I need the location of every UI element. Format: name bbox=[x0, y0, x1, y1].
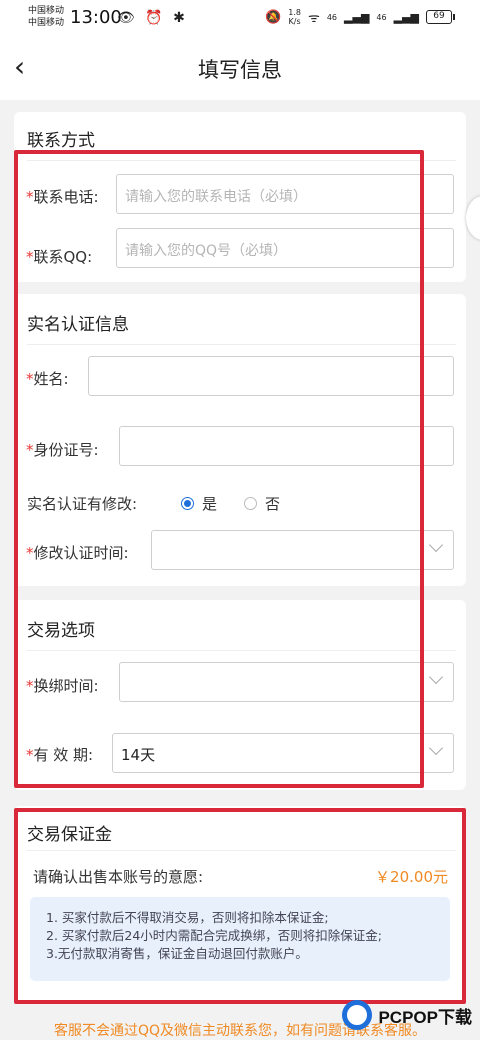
carrier-names: 中国移动 中国移动 bbox=[28, 5, 64, 29]
realname-card: 实名认证信息 *姓名: *身份证号: 实名认证有修改: 是 否 *修改认证时间: bbox=[14, 294, 466, 586]
signal-2-icon: ▂▄▆ bbox=[393, 10, 419, 24]
deposit-notice: 1. 买家付款后不得取消交易，否则将扣除本保证金; 2. 买家付款后24小时内需… bbox=[30, 897, 450, 981]
id-input[interactable] bbox=[119, 426, 454, 466]
radio-no[interactable]: 否 bbox=[244, 493, 280, 514]
radio-no-circle bbox=[244, 497, 257, 510]
status-icons: 👁 ⏰ ✱ bbox=[117, 10, 188, 26]
phone-label: *联系电话: bbox=[26, 188, 99, 206]
mute-icon: 🔕 bbox=[265, 9, 282, 25]
modify-time-label-text: 修改认证时间: bbox=[33, 544, 129, 562]
radio-yes-circle bbox=[181, 497, 194, 510]
name-input[interactable] bbox=[88, 356, 454, 396]
notice-line: 2. 买家付款后24小时内需配合完成换绑，否则将扣除保证金; bbox=[46, 928, 383, 943]
name-label-text: 姓名: bbox=[33, 370, 69, 388]
rebind-label: *换绑时间: bbox=[26, 677, 99, 695]
notice-line: 3.无付款取消寄售，保证金自动退回付款账户。 bbox=[46, 946, 308, 961]
wifi-icon: ᯤ bbox=[307, 11, 320, 26]
notice-line: 1. 买家付款后不得取消交易，否则将扣除本保证金; bbox=[46, 910, 329, 925]
validity-value: 14天 bbox=[121, 746, 156, 764]
battery-icon: 69 bbox=[426, 10, 455, 24]
contact-card: 联系方式 *联系电话: 请输入您的联系电话（必填） *联系QQ: 请输入您的QQ… bbox=[14, 112, 466, 282]
signal-1-icon: ▂▄▆ bbox=[344, 10, 370, 24]
rebind-label-text: 换绑时间: bbox=[33, 677, 99, 695]
network-speed-unit: K/s bbox=[288, 17, 301, 26]
page-title: 填写信息 bbox=[198, 58, 282, 82]
validity-label-text: 有 效 期: bbox=[33, 746, 94, 764]
chevron-down-icon bbox=[428, 740, 444, 756]
realname-title: 实名认证信息 bbox=[27, 315, 129, 335]
nav-bar: ‹ 填写信息 bbox=[0, 38, 480, 100]
signal-1-label: 46 bbox=[326, 12, 338, 22]
carrier-2: 中国移动 bbox=[28, 18, 65, 28]
signal-2-label: 46 bbox=[376, 12, 387, 22]
radio-yes[interactable]: 是 bbox=[181, 493, 217, 514]
validity-label: *有 效 期: bbox=[26, 746, 94, 764]
divider bbox=[27, 160, 456, 161]
network-speed-value: 1.8 bbox=[288, 8, 301, 17]
network-speed: 1.8 K/s bbox=[288, 8, 301, 26]
status-right: 🔕 1.8 K/s ᯤ 46 ▂▄▆ 46 ▂▄▆ 69 bbox=[265, 8, 455, 26]
divider bbox=[27, 850, 456, 851]
qq-label: *联系QQ: bbox=[26, 248, 93, 266]
rebind-time-select[interactable] bbox=[119, 662, 454, 702]
deposit-question: 请确认出售本账号的意愿: bbox=[33, 868, 204, 886]
status-bar: 中国移动 中国移动 13:00 👁 ⏰ ✱ 🔕 1.8 K/s ᯤ 46 ▂▄▆… bbox=[0, 0, 480, 38]
qq-input[interactable]: 请输入您的QQ号（必填） bbox=[116, 228, 454, 268]
id-label: *身份证号: bbox=[26, 441, 99, 459]
chevron-down-icon bbox=[428, 669, 444, 685]
radio-no-label: 否 bbox=[265, 495, 281, 513]
modified-label: 实名认证有修改: bbox=[27, 495, 138, 513]
carrier-1: 中国移动 bbox=[28, 6, 65, 16]
deposit-amount: ￥20.00元 bbox=[375, 868, 448, 886]
phone-input[interactable]: 请输入您的联系电话（必填） bbox=[116, 174, 454, 214]
modify-time-label: *修改认证时间: bbox=[26, 544, 129, 562]
validity-select[interactable]: 14天 bbox=[112, 733, 454, 773]
watermark-logo-icon bbox=[342, 1000, 373, 1030]
divider bbox=[27, 650, 456, 651]
floating-handle[interactable] bbox=[466, 196, 480, 240]
qq-label-text: 联系QQ: bbox=[33, 248, 93, 266]
trade-title: 交易选项 bbox=[27, 621, 95, 641]
watermark: PCPOP下载 bbox=[342, 1000, 472, 1030]
modify-time-select[interactable] bbox=[151, 530, 454, 570]
phone-label-text: 联系电话: bbox=[33, 188, 99, 206]
trade-card: 交易选项 *换绑时间: *有 效 期: 14天 bbox=[14, 600, 466, 790]
watermark-text: PCPOP下载 bbox=[378, 1007, 472, 1027]
chevron-down-icon bbox=[428, 537, 444, 553]
contact-title: 联系方式 bbox=[27, 131, 95, 151]
name-label: *姓名: bbox=[26, 370, 69, 388]
qq-placeholder: 请输入您的QQ号（必填） bbox=[125, 243, 288, 259]
divider bbox=[27, 344, 456, 345]
deposit-title: 交易保证金 bbox=[27, 825, 112, 845]
id-label-text: 身份证号: bbox=[33, 441, 99, 459]
clock: 13:00 bbox=[70, 7, 122, 28]
radio-yes-label: 是 bbox=[202, 495, 218, 513]
phone-placeholder: 请输入您的联系电话（必填） bbox=[125, 189, 307, 205]
